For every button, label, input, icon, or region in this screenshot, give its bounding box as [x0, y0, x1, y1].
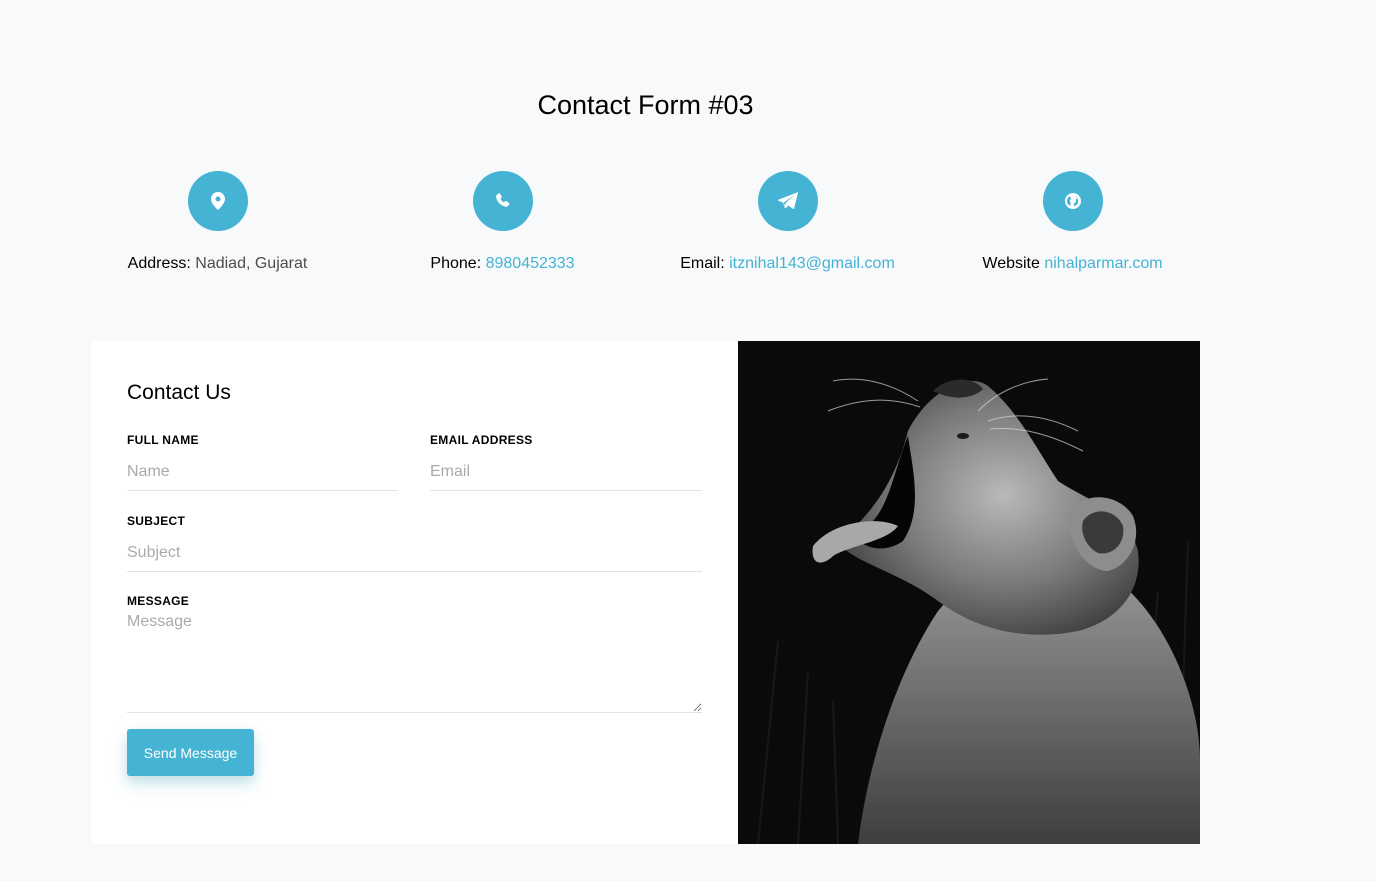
subject-label: SUBJECT	[127, 514, 186, 528]
info-item-email: Email: itznihal143@gmail.com	[645, 171, 930, 273]
website-link[interactable]: nihalparmar.com	[1044, 255, 1162, 272]
subject-group: SUBJECT	[127, 514, 702, 572]
phone-link[interactable]: 8980452333	[486, 255, 575, 272]
paper-plane-icon	[757, 171, 818, 231]
info-label: Website	[982, 255, 1040, 272]
subject-input[interactable]	[127, 534, 702, 572]
address-value: Nadiad, Gujarat	[195, 255, 308, 272]
info-item-address: Address: Nadiad, Gujarat	[75, 171, 360, 273]
phone-icon	[472, 171, 533, 231]
page-title: Contact Form #03	[537, 90, 754, 120]
globe-icon	[1042, 171, 1103, 231]
info-label: Phone:	[430, 255, 482, 272]
contact-card: Contact Us FULL NAME EMAIL ADDRESS SUBJE…	[91, 341, 1200, 844]
info-item-website: Website nihalparmar.com	[930, 171, 1215, 273]
email-input[interactable]	[430, 453, 702, 491]
message-textarea[interactable]	[127, 613, 702, 713]
full-name-group: FULL NAME	[127, 433, 398, 491]
lioness-photo	[738, 341, 1200, 844]
info-item-phone: Phone: 8980452333	[360, 171, 645, 273]
form-title: Contact Us	[127, 381, 231, 404]
info-label: Email:	[680, 255, 725, 272]
contact-info-row: Address: Nadiad, Gujarat Phone: 89804523…	[0, 171, 1376, 281]
info-label: Address:	[127, 255, 191, 272]
full-name-input[interactable]	[127, 453, 398, 491]
full-name-label: FULL NAME	[127, 433, 199, 447]
message-group: MESSAGE	[127, 594, 702, 713]
email-link[interactable]: itznihal143@gmail.com	[729, 255, 895, 272]
contact-form: Contact Us FULL NAME EMAIL ADDRESS SUBJE…	[91, 341, 738, 844]
map-pin-icon	[187, 171, 248, 231]
email-group: EMAIL ADDRESS	[430, 433, 702, 491]
send-message-button[interactable]: Send Message	[127, 729, 254, 776]
message-label: MESSAGE	[127, 594, 190, 608]
email-label: EMAIL ADDRESS	[430, 433, 533, 447]
